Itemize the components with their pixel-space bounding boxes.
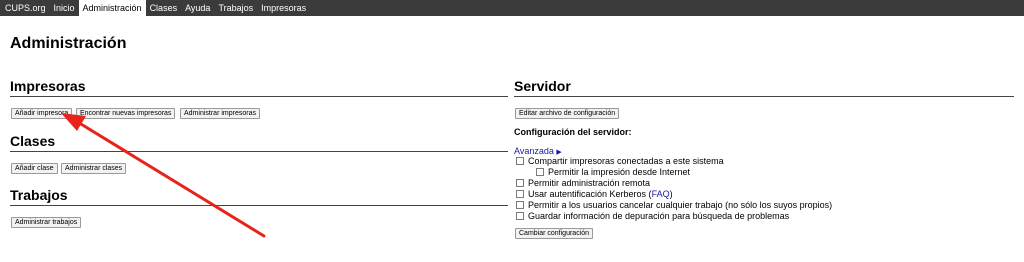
option-cancel-any-job[interactable]: Permitir a los usuarios cancelar cualqui…: [516, 200, 832, 210]
option-debug-logging[interactable]: Guardar información de depuración para b…: [516, 211, 789, 221]
kerberos-checkbox[interactable]: [516, 190, 524, 198]
option-share-printers[interactable]: Compartir impresoras conectadas a este s…: [516, 156, 724, 166]
manage-jobs-button[interactable]: Administrar trabajos: [11, 217, 82, 228]
option-remote-admin[interactable]: Permitir administración remota: [516, 178, 650, 188]
jobs-heading: Trabajos: [10, 187, 508, 206]
printers-heading: Impresoras: [10, 78, 508, 97]
option-label: Guardar información de depuración para b…: [528, 211, 790, 221]
edit-config-file-button[interactable]: Editar archivo de configuración: [515, 108, 620, 119]
server-heading: Servidor: [514, 78, 1014, 97]
allow-internet-printing-checkbox[interactable]: [536, 168, 544, 176]
share-printers-checkbox[interactable]: [516, 157, 524, 165]
classes-heading: Clases: [10, 133, 508, 152]
debug-logging-checkbox[interactable]: [516, 212, 524, 220]
page-title: Administración: [10, 35, 127, 52]
option-allow-internet-printing[interactable]: Permitir la impresión desde Internet: [536, 167, 690, 177]
top-navbar: CUPS.org Inicio Administración Clases Ay…: [0, 0, 1024, 16]
option-label-suffix: ): [669, 189, 673, 199]
server-config-title: Configuración del servidor:: [514, 127, 632, 137]
change-settings-button[interactable]: Cambiar configuración: [515, 228, 594, 239]
option-label: Compartir impresoras conectadas a este s…: [528, 156, 724, 166]
nav-clases[interactable]: Clases: [146, 0, 182, 16]
add-class-button[interactable]: Añadir clase: [11, 163, 58, 174]
cancel-any-job-checkbox[interactable]: [516, 201, 524, 209]
red-arrow-annotation: [61, 113, 266, 238]
manage-printers-button[interactable]: Administrar impresoras: [180, 108, 260, 119]
faq-link[interactable]: FAQ: [652, 189, 670, 199]
option-label: Permitir la impresión desde Internet: [548, 167, 691, 177]
add-printer-button[interactable]: Añadir impresora: [11, 108, 73, 119]
option-label: Permitir administración remota: [528, 178, 651, 188]
nav-impresoras[interactable]: Impresoras: [257, 0, 310, 16]
triangle-right-icon: ▶: [556, 149, 562, 156]
remote-admin-checkbox[interactable]: [516, 179, 524, 187]
nav-trabajos[interactable]: Trabajos: [214, 0, 257, 16]
find-new-printers-button[interactable]: Encontrar nuevas impresoras: [76, 108, 176, 119]
nav-inicio[interactable]: Inicio: [50, 0, 79, 16]
manage-classes-button[interactable]: Administrar clases: [61, 163, 127, 174]
advanced-label: Avanzada: [514, 146, 554, 156]
nav-cups-org[interactable]: CUPS.org: [0, 0, 50, 16]
nav-ayuda[interactable]: Ayuda: [181, 0, 214, 16]
option-label: Permitir a los usuarios cancelar cualqui…: [528, 200, 833, 210]
option-kerberos[interactable]: Usar autentificación Kerberos (FAQ): [516, 189, 673, 199]
advanced-link[interactable]: Avanzada ▶: [514, 146, 562, 156]
nav-administracion[interactable]: Administración: [78, 0, 146, 16]
option-label-prefix: Usar autentificación Kerberos (: [528, 189, 652, 199]
